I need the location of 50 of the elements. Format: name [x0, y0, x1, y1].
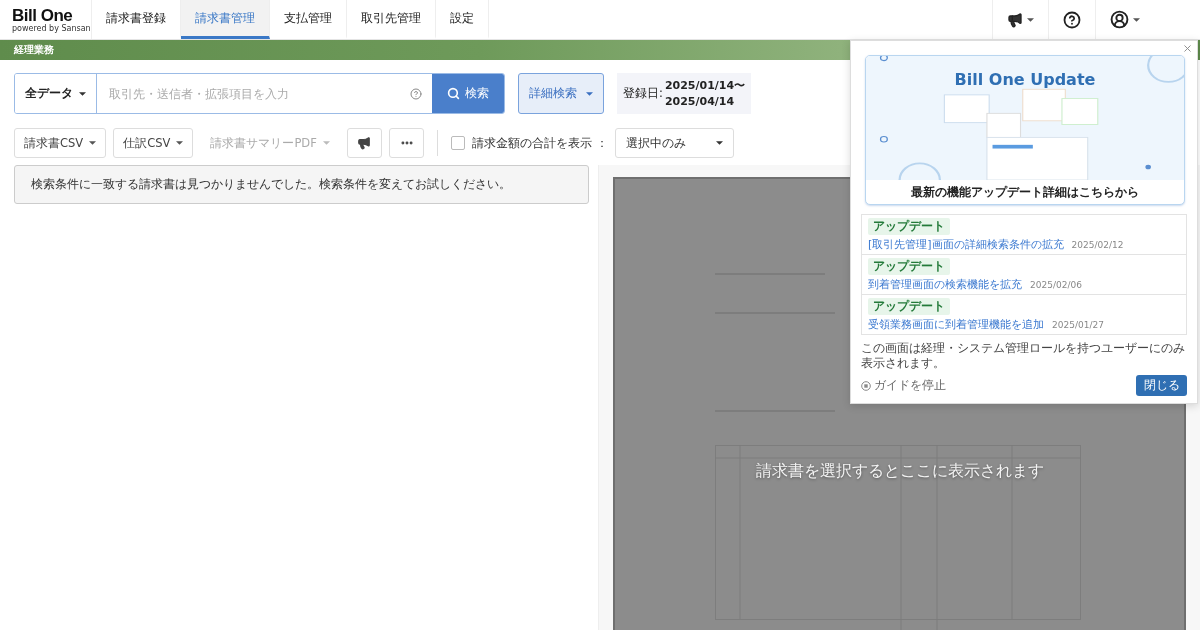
close-icon[interactable]	[1182, 43, 1193, 54]
role-note: この画面は経理・システム管理ロールを持つユーザーにのみ表示されます。	[861, 341, 1186, 371]
export-dropdown[interactable]: 仕訳CSV	[113, 128, 194, 158]
caret-icon	[79, 91, 86, 96]
user-avatar-icon	[1110, 10, 1129, 29]
megaphone-icon	[1007, 11, 1023, 28]
advanced-search-button[interactable]: 詳細検索	[518, 73, 604, 114]
caret-icon	[586, 91, 593, 96]
logo-tagline: powered by Sansan	[12, 23, 91, 33]
caret-icon	[322, 141, 330, 145]
preview-hint: 請求書を選択するとここに表示されます	[754, 461, 1045, 482]
date-from: 2025/01/14〜	[664, 77, 746, 94]
caret-icon	[1133, 17, 1140, 22]
close-button[interactable]: 閉じる	[1136, 375, 1187, 396]
update-tag: アップデート	[868, 218, 950, 235]
caret-icon	[716, 141, 723, 145]
megaphone-icon	[357, 136, 372, 150]
caret-icon	[176, 141, 184, 145]
help-icon[interactable]	[410, 87, 422, 100]
checkbox[interactable]	[451, 136, 466, 150]
checkbox-label: 請求金額の合計を表示 ：	[472, 134, 609, 152]
search-button[interactable]: 検索	[432, 74, 504, 113]
stop-icon	[861, 380, 871, 391]
banner-title: Bill One Update	[954, 70, 1096, 90]
update-banner[interactable]: Bill One Update 最新の機能アップデート詳細はこちらから	[865, 55, 1185, 205]
total-scope-dropdown[interactable]: 選択中のみ	[615, 128, 734, 158]
date-to: 2025/04/14	[664, 93, 736, 110]
update-link[interactable]: [取引先管理]画面の詳細検索条件の拡充	[868, 237, 1064, 252]
search-field[interactable]: 全データ 取引先・送信者・拡張項目を入力 検索	[14, 73, 505, 114]
caret-icon	[1027, 17, 1034, 22]
update-date: 2025/01/27	[1052, 320, 1104, 330]
section-title: 経理業務	[14, 43, 54, 57]
announce-button[interactable]	[346, 128, 383, 158]
scope-dropdown[interactable]: 全データ	[15, 74, 97, 113]
logo-wordmark: Bill One	[12, 6, 73, 24]
export-dropdown[interactable]: 請求書CSV	[14, 128, 107, 158]
empty-message: 検索条件に一致する請求書は見つかりませんでした。検索条件を変えてお試しください。	[14, 165, 589, 204]
update-link[interactable]: 到着管理画面の検索機能を拡充	[868, 277, 1022, 292]
search-icon	[447, 87, 460, 100]
banner-caption: 最新の機能アップデート詳細はこちらから	[910, 183, 1140, 201]
update-tag: アップデート	[868, 298, 950, 315]
update-date: 2025/02/12	[1071, 240, 1124, 250]
nav-tab[interactable]: 請求書管理	[181, 0, 270, 39]
date-label: 登録日:	[623, 86, 663, 101]
help-icon	[1063, 10, 1081, 29]
stop-guide-link[interactable]: ガイドを停止	[861, 377, 946, 394]
caret-icon	[89, 141, 97, 145]
update-date: 2025/02/06	[1030, 280, 1082, 290]
update-tag: アップデート	[868, 258, 950, 275]
update-link[interactable]: 受領業務画面に到着管理機能を追加	[868, 317, 1044, 332]
